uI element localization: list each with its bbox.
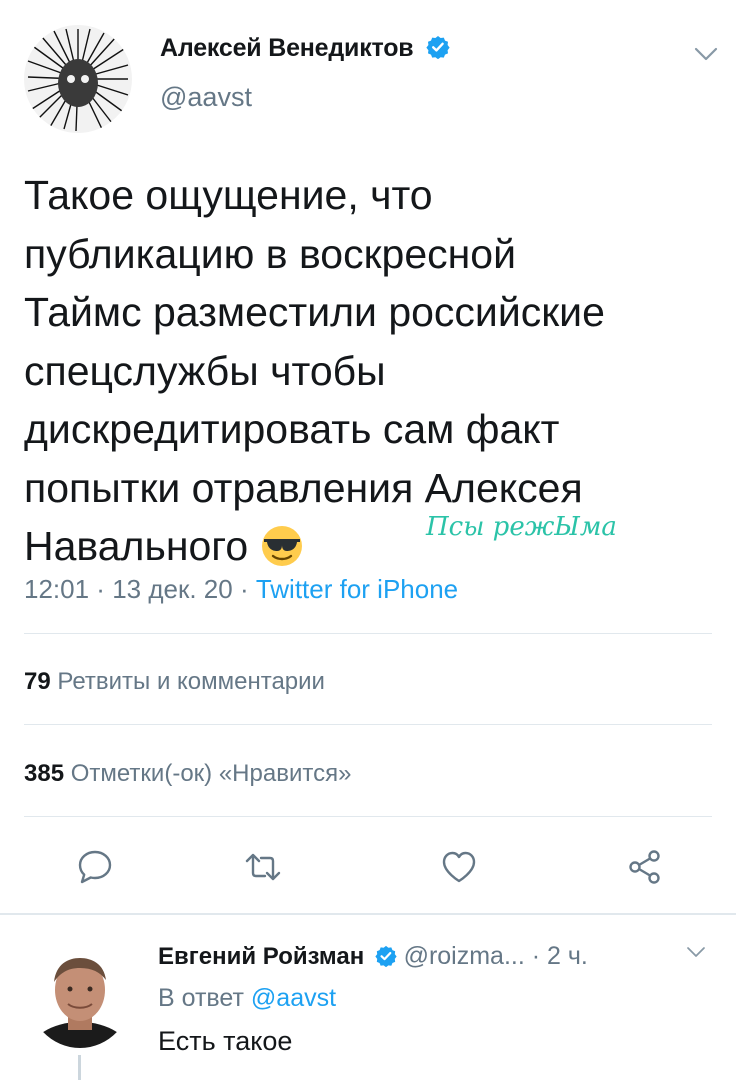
author-name-row[interactable]: Алексей Венедиктов (160, 34, 450, 63)
watermark-text: Псы режЫма (426, 512, 617, 542)
sunglasses-emoji-icon (262, 526, 303, 566)
retweets-stat[interactable]: 79 Ретвиты и комментарии (24, 668, 325, 696)
share-icon[interactable] (626, 848, 664, 886)
thread-line (78, 1055, 81, 1080)
divider (24, 633, 712, 634)
tweet-options-chevron-icon[interactable] (692, 44, 720, 64)
tweet-metadata: 12:01 · 13 дек. 20 · Twitter for iPhone (24, 574, 458, 605)
likes-stat[interactable]: 385 Отметки(-ок) «Нравится» (24, 760, 351, 788)
reply-meta: @roizma... · 2 ч. (403, 942, 588, 970)
in-reply-handle-link[interactable]: @aavst (251, 984, 336, 1012)
meta-separator: · (89, 574, 113, 604)
reply-header[interactable]: Евгений Ройзман @roizma... · 2 ч. (158, 942, 588, 971)
tweet-text: Такое ощущение, что публикацию в воскрес… (24, 172, 605, 569)
retweets-count: 79 (24, 668, 51, 695)
divider (0, 913, 736, 915)
reply-text: Есть такое (158, 1026, 293, 1056)
in-reply-to: В ответ @aavst (158, 984, 336, 1013)
author-name[interactable]: Алексей Венедиктов (160, 34, 414, 62)
reply-options-chevron-icon[interactable] (684, 944, 708, 960)
verified-badge-icon (426, 36, 450, 59)
likes-label: Отметки(-ок) «Нравится» (70, 760, 352, 787)
verified-badge-icon (375, 945, 397, 967)
author-avatar[interactable] (24, 25, 132, 133)
reply-author-avatar[interactable] (28, 940, 132, 1048)
retweets-label: Ретвиты и комментарии (57, 668, 325, 695)
divider (24, 816, 712, 817)
reply-icon[interactable] (76, 848, 114, 886)
tweet-date: 13 дек. 20 (112, 574, 233, 604)
reply-author-name[interactable]: Евгений Ройзман (158, 943, 364, 970)
tweet-time: 12:01 (24, 574, 90, 604)
tweet-source-link[interactable]: Twitter for iPhone (256, 574, 458, 604)
like-heart-icon[interactable] (440, 848, 478, 886)
author-handle[interactable]: @aavst (160, 82, 252, 113)
meta-separator: · (232, 574, 256, 604)
divider (24, 724, 712, 725)
likes-count: 385 (24, 760, 65, 787)
in-reply-prefix: В ответ (158, 984, 244, 1012)
retweet-icon[interactable] (244, 848, 282, 886)
